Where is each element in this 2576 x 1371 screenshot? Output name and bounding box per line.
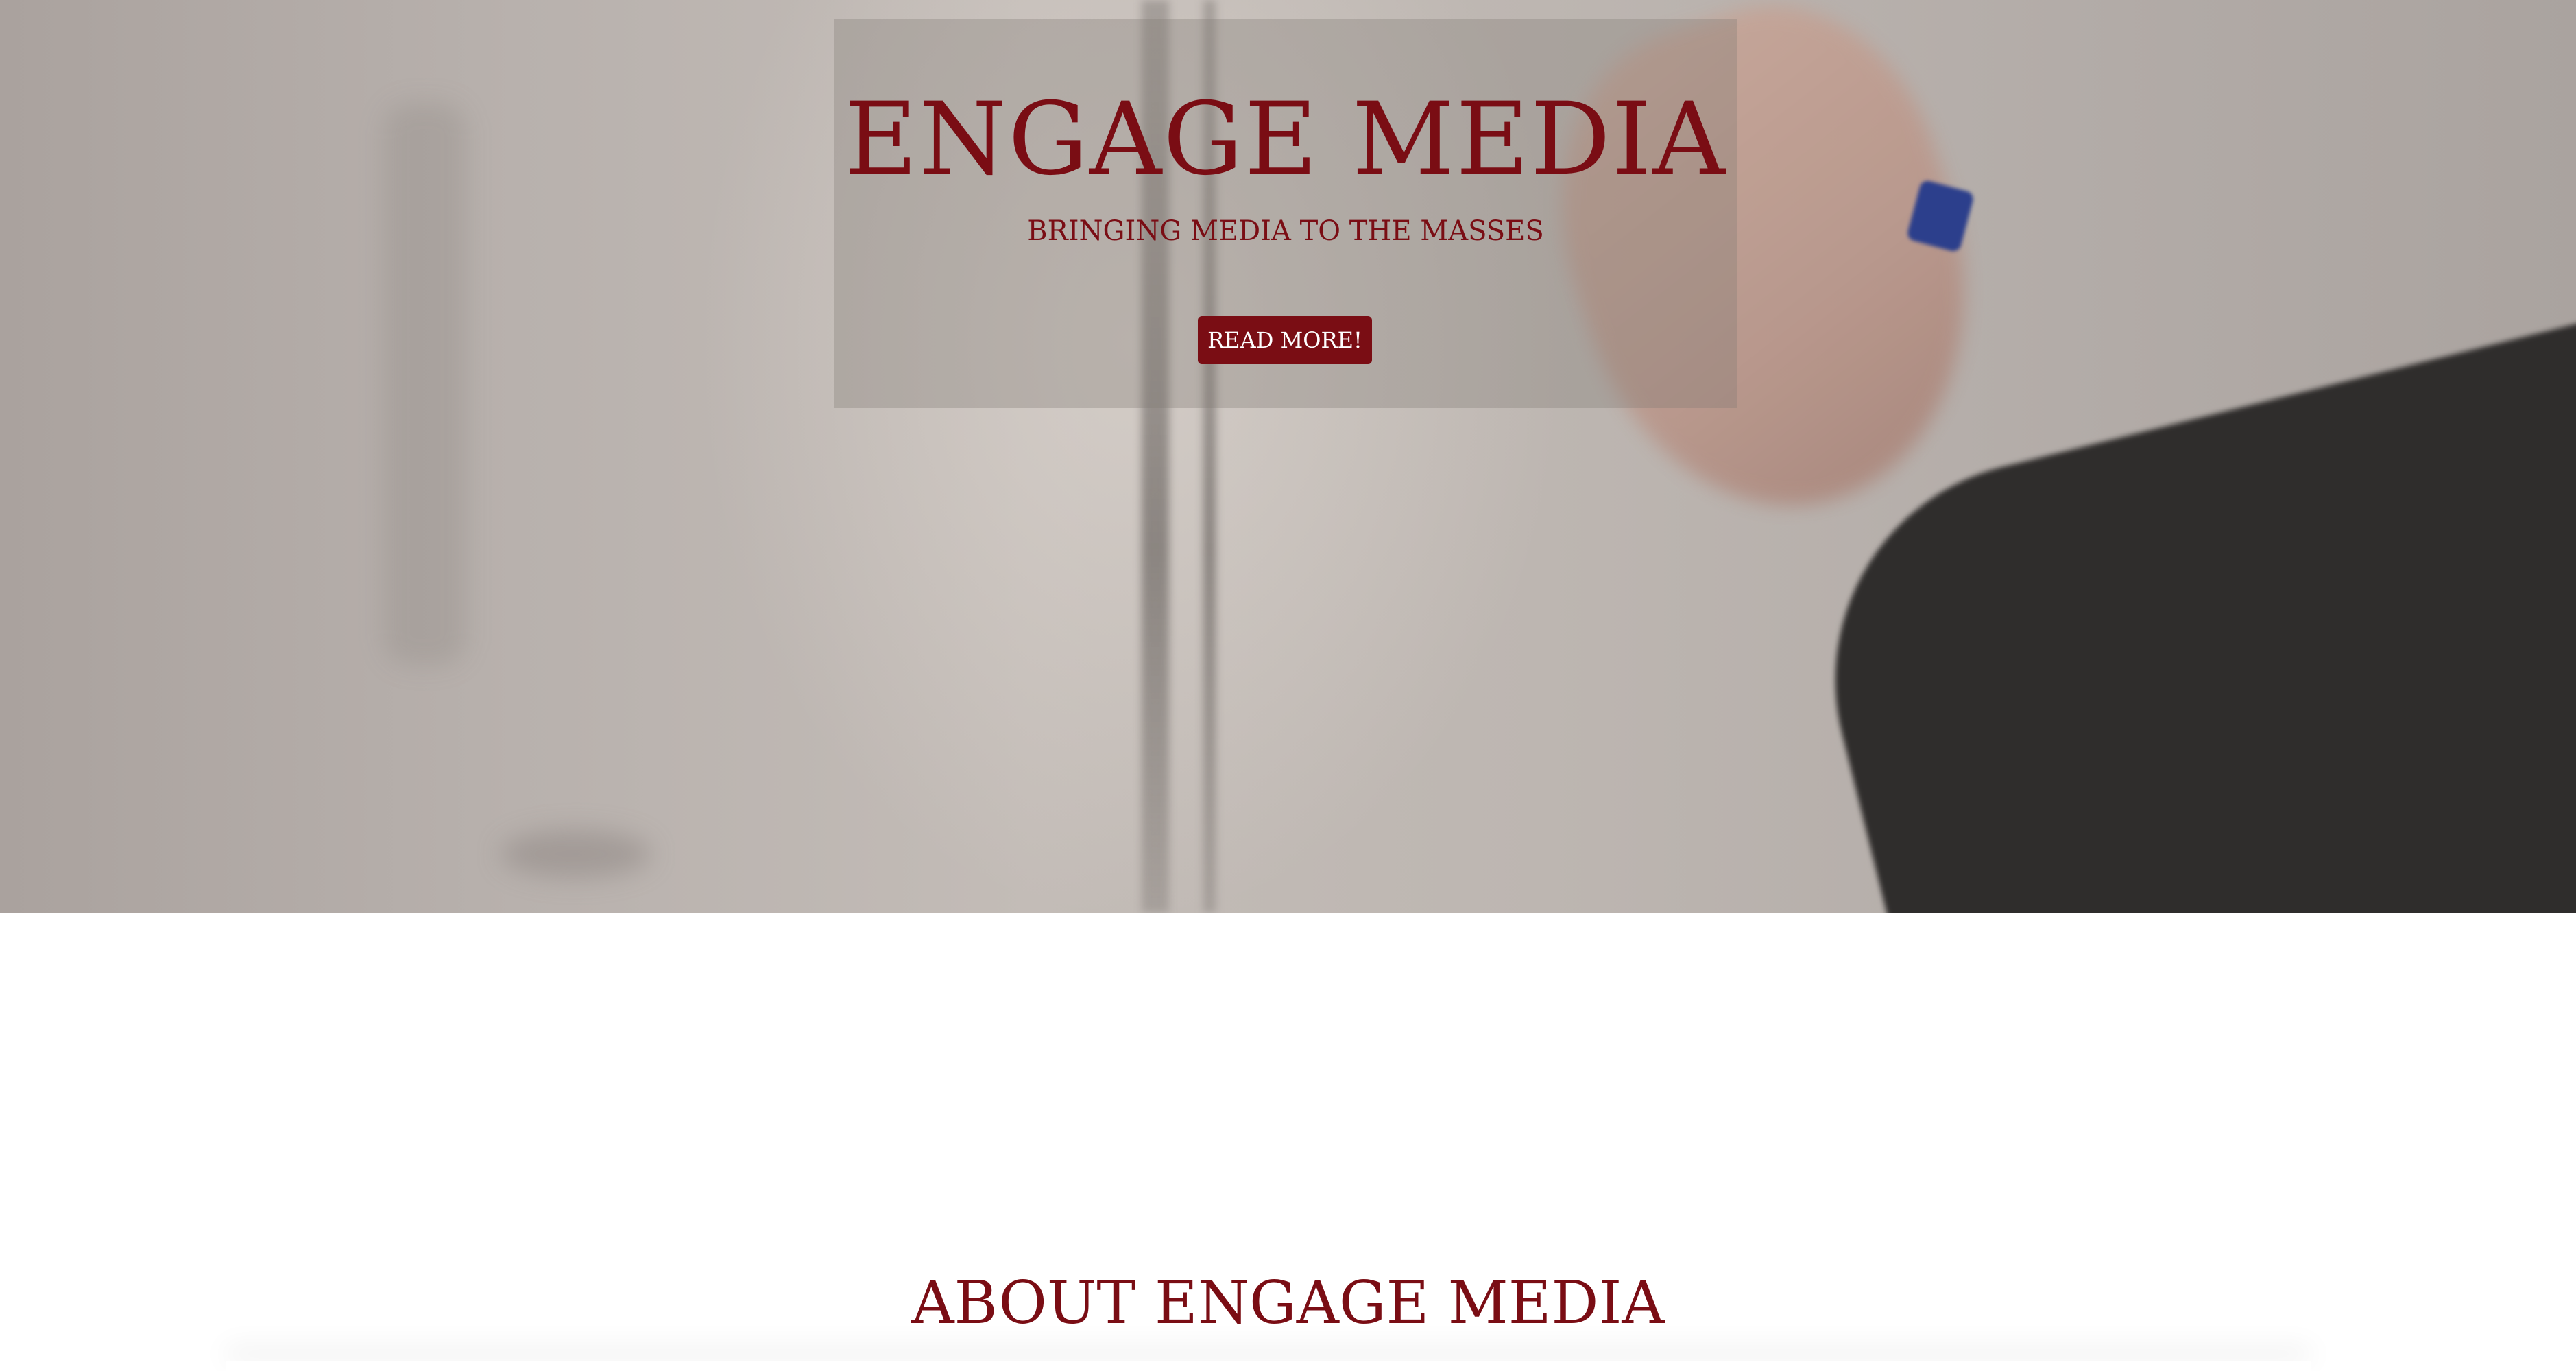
hero-background-smudge: [384, 103, 466, 665]
about-section-card-edge: [226, 1361, 2311, 1371]
hero-card: ENGAGE MEDIA BRINGING MEDIA TO THE MASSE…: [834, 19, 1737, 408]
hero-subtitle: BRINGING MEDIA TO THE MASSES: [1027, 215, 1544, 247]
read-more-button[interactable]: READ MORE!: [1198, 316, 1372, 364]
hero-title: ENGAGE MEDIA: [844, 81, 1727, 198]
about-section-title: ABOUT ENGAGE MEDIA: [911, 1269, 1665, 1337]
hero-banner: ENGAGE MEDIA BRINGING MEDIA TO THE MASSE…: [0, 0, 2576, 913]
hero-background-smudge: [501, 830, 651, 878]
